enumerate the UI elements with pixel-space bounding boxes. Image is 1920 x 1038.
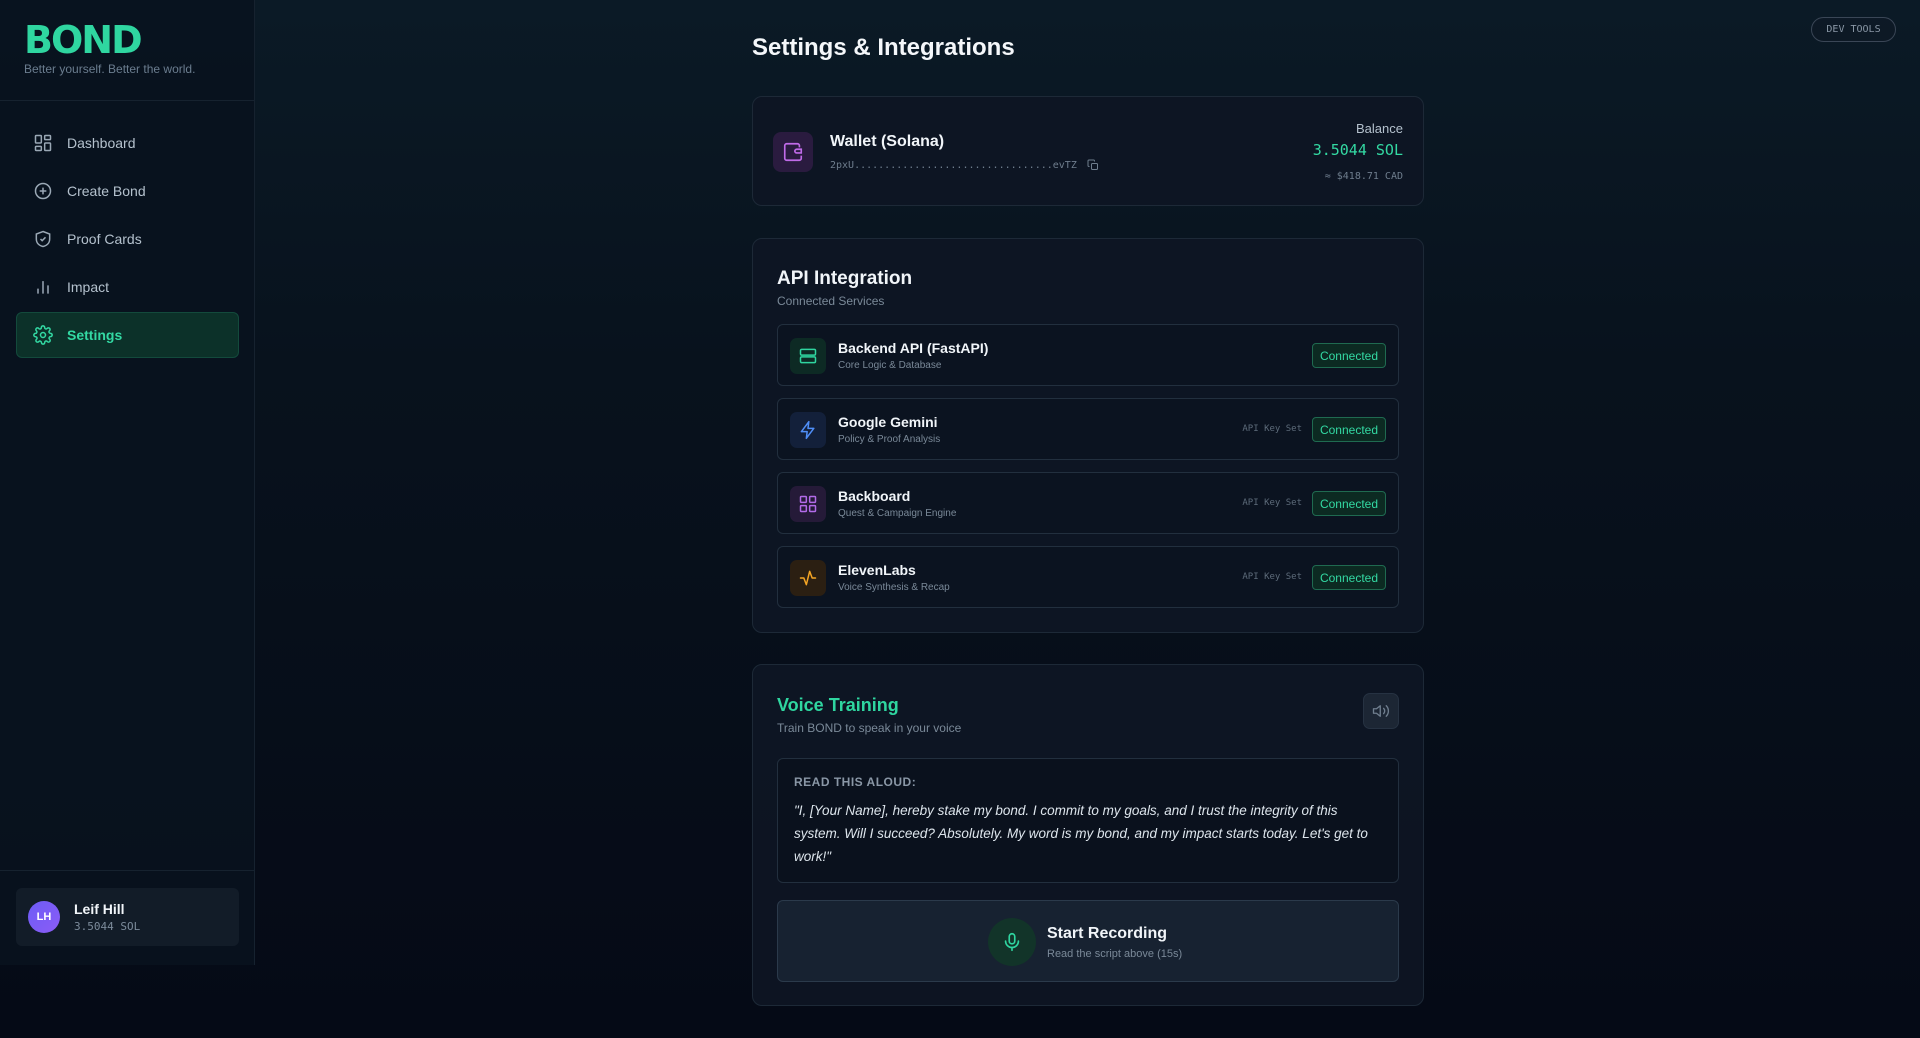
voice-training-subtitle: Train BOND to speak in your voice [777, 721, 962, 735]
page-title: Settings & Integrations [752, 34, 1015, 61]
service-description: Policy & Proof Analysis [838, 434, 941, 445]
api-key-status: API Key Set [1242, 572, 1302, 582]
play-sample-button[interactable] [1363, 693, 1399, 729]
voice-training-title: Voice Training [777, 695, 899, 715]
service-row-gemini: Google Gemini Policy & Proof Analysis AP… [777, 398, 1399, 460]
sidebar-item-proof-cards[interactable]: Proof Cards [16, 216, 239, 262]
sidebar-item-create-bond[interactable]: Create Bond [16, 168, 239, 214]
sidebar-nav: Dashboard Create Bond Proof Cards Impact… [16, 120, 239, 360]
service-row-elevenlabs: ElevenLabs Voice Synthesis & Recap API K… [777, 546, 1399, 608]
wallet-address: 2pxU.................................evT… [830, 159, 1099, 171]
wallet-title: Wallet (Solana) [830, 133, 945, 150]
sidebar-item-impact[interactable]: Impact [16, 264, 239, 310]
record-label: Start Recording [1047, 925, 1168, 942]
sidebar-divider [0, 100, 254, 101]
shield-check-icon [33, 229, 53, 249]
status-badge: Connected [1312, 491, 1386, 516]
service-name: Google Gemini [838, 414, 938, 430]
balance-value: 3.5044 SOL [1312, 141, 1403, 159]
speaker-icon [1372, 702, 1390, 720]
avatar: LH [28, 901, 60, 933]
api-card-title: API Integration [777, 268, 913, 289]
dev-tools-button[interactable]: DEV TOOLS [1811, 17, 1896, 42]
record-sublabel: Read the script above (15s) [1047, 948, 1183, 960]
wallet-card: Wallet (Solana) 2pxU....................… [752, 96, 1424, 206]
dashboard-icon [33, 133, 53, 153]
status-badge: Connected [1312, 565, 1386, 590]
mic-icon [988, 918, 1036, 966]
bar-chart-icon [33, 277, 53, 297]
user-profile-card[interactable]: LH Leif Hill 3.5044 SOL [16, 888, 239, 946]
sidebar-item-settings[interactable]: Settings [16, 312, 239, 358]
server-icon [790, 338, 826, 374]
grid-icon [790, 486, 826, 522]
user-balance: 3.5044 SOL [74, 920, 141, 933]
script-text: "I, [Your Name], hereby stake my bond. I… [794, 803, 1368, 864]
copy-icon[interactable] [1087, 159, 1099, 171]
service-name: Backend API (FastAPI) [838, 340, 989, 356]
plus-circle-icon [33, 181, 53, 201]
script-box: READ THIS ALOUD: "I, [Your Name], hereby… [777, 758, 1399, 883]
wallet-icon [773, 132, 813, 172]
service-row-backboard: Backboard Quest & Campaign Engine API Ke… [777, 472, 1399, 534]
sidebar-item-dashboard[interactable]: Dashboard [16, 120, 239, 166]
status-badge: Connected [1312, 343, 1386, 368]
balance-fiat: ≈ $418.71 CAD [1324, 171, 1403, 182]
status-badge: Connected [1312, 417, 1386, 442]
api-integration-card: API Integration Connected Services Backe… [752, 238, 1424, 633]
script-label: READ THIS ALOUD: [794, 775, 917, 789]
app-tagline: Better yourself. Better the world. [24, 62, 196, 76]
api-key-status: API Key Set [1242, 424, 1302, 434]
service-description: Quest & Campaign Engine [838, 508, 957, 519]
api-key-status: API Key Set [1242, 498, 1302, 508]
sidebar-item-label: Dashboard [67, 135, 136, 151]
service-description: Core Logic & Database [838, 360, 942, 371]
start-recording-button[interactable]: Start Recording Read the script above (1… [777, 900, 1399, 982]
sidebar-item-label: Create Bond [67, 183, 146, 199]
app-logo[interactable]: BOND [24, 20, 143, 60]
sidebar-item-label: Proof Cards [67, 231, 142, 247]
lightning-icon [790, 412, 826, 448]
sidebar-divider [0, 870, 254, 871]
service-row-backend: Backend API (FastAPI) Core Logic & Datab… [777, 324, 1399, 386]
service-name: Backboard [838, 488, 911, 504]
activity-icon [790, 560, 826, 596]
api-card-subtitle: Connected Services [777, 294, 885, 308]
voice-training-card: Voice Training Train BOND to speak in yo… [752, 664, 1424, 1006]
sidebar-item-label: Impact [67, 279, 110, 295]
gear-icon [33, 325, 53, 345]
sidebar-item-label: Settings [67, 327, 123, 343]
balance-label: Balance [1356, 121, 1403, 136]
service-name: ElevenLabs [838, 562, 916, 578]
user-name: Leif Hill [74, 901, 125, 917]
wallet-address-text: 2pxU.................................evT… [830, 159, 1077, 171]
sidebar: BOND Better yourself. Better the world. … [0, 0, 255, 965]
service-description: Voice Synthesis & Recap [838, 582, 950, 593]
